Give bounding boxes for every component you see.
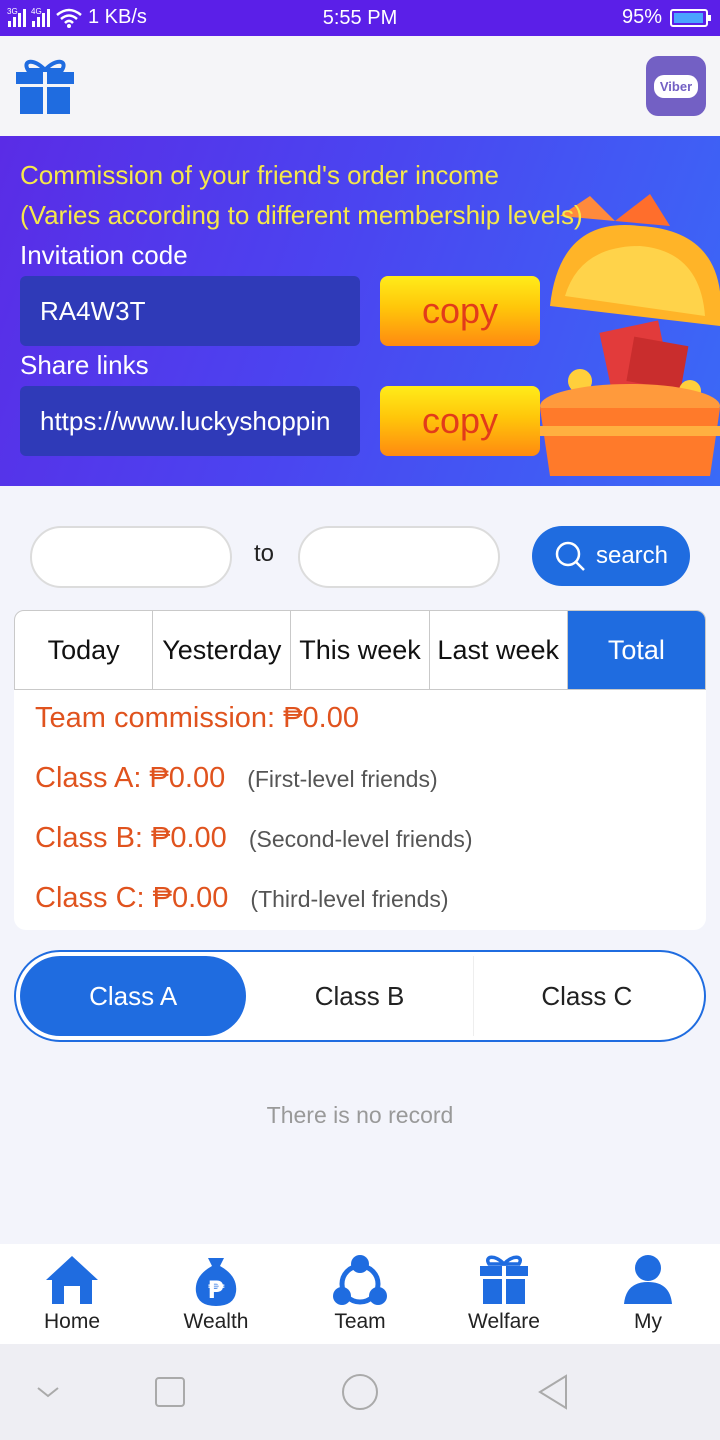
search-icon [555,541,585,571]
class-a-row: Class A: ₱0.00 (First-level friends) [35,762,438,795]
tab-total[interactable]: Total [567,611,705,689]
tab-last-week[interactable]: Last week [430,611,568,689]
bottom-nav: Home ₱ Wealth Team Welfare My [0,1244,720,1344]
invite-banner: Commission of your friend's order income… [0,136,720,486]
invite-code-label: Invitation code [20,240,188,270]
nav-team[interactable]: Team [288,1244,432,1344]
class-b-row: Class B: ₱0.00 (Second-level friends) [35,822,473,855]
banner-line-1: Commission of your friend's order income [20,160,499,190]
system-nav-bar [0,1344,720,1440]
nav-welfare-label: Welfare [468,1310,540,1333]
share-links-label: Share links [20,350,149,380]
nav-my-label: My [634,1310,662,1333]
class-b-amount: Class B: ₱0.00 [35,822,227,854]
class-a-desc: (First-level friends) [247,766,438,792]
nav-my[interactable]: My [576,1244,720,1344]
battery-icon [670,8,711,27]
class-a-amount: Class A: ₱0.00 [35,762,226,794]
money-bag-icon: ₱ [195,1258,237,1306]
nav-wealth-label: Wealth [183,1310,249,1333]
app-header: Viber [0,36,720,136]
clock: 5:55 PM [322,7,398,29]
share-link-field: https://www.luckyshoppin [20,386,360,456]
search-label: search [595,542,669,569]
viber-button[interactable]: Viber [646,56,706,116]
gift-icon [480,1255,528,1304]
chevron-down-icon[interactable] [34,1372,62,1412]
tab-this-week[interactable]: This week [291,611,430,689]
team-icon [333,1255,387,1305]
nav-welfare[interactable]: Welfare [432,1244,576,1344]
class-a-tab[interactable]: Class A [20,956,247,1036]
copy-code-button[interactable]: copy [380,276,540,346]
banner-line-2: (Varies according to different membershi… [20,200,583,230]
team-commission-row: Team commission: ₱0.00 [35,702,359,735]
class-c-row: Class C: ₱0.00 (Third-level friends) [35,882,449,915]
commission-panel: Team commission: ₱0.00 Class A: ₱0.00 (F… [14,690,706,930]
date-to-input[interactable] [298,526,500,588]
viber-label: Viber [653,74,699,98]
status-bar: 3G 4G 1 KB/s 5:55 PM 95% [0,0,720,36]
class-b-desc: (Second-level friends) [248,826,473,852]
nav-home[interactable]: Home [0,1244,144,1344]
period-tabs: Today Yesterday This week Last week Tota… [14,610,706,690]
user-icon [624,1255,672,1304]
class-c-tab[interactable]: Class C [474,956,700,1036]
battery-percent: 95% [621,6,662,28]
recent-apps-icon[interactable] [154,1372,186,1412]
status-right: 95% [621,6,711,29]
nav-wealth[interactable]: ₱ Wealth [144,1244,288,1344]
team-commission: Team commission: ₱0.00 [35,702,359,734]
class-c-desc: (Third-level friends) [250,886,449,912]
tab-yesterday[interactable]: Yesterday [153,611,292,689]
nav-home-label: Home [43,1310,101,1333]
svg-text:₱: ₱ [208,1276,225,1304]
tab-today[interactable]: Today [15,611,154,689]
to-label: to [254,540,275,567]
copy-link-button[interactable]: copy [380,386,540,456]
back-icon[interactable] [536,1372,572,1412]
empty-message: There is no record [266,1102,454,1128]
class-c-amount: Class C: ₱0.00 [35,882,229,914]
invite-code-field: RA4W3T [20,276,360,346]
class-tabs: Class A Class B Class C [14,950,706,1042]
date-from-input[interactable] [30,526,232,588]
home-circle-icon[interactable] [340,1372,380,1412]
class-b-tab[interactable]: Class B [246,956,474,1036]
nav-team-label: Team [334,1310,386,1333]
search-button[interactable]: search [532,526,690,586]
home-icon [46,1256,98,1304]
gift-icon[interactable] [14,56,76,116]
